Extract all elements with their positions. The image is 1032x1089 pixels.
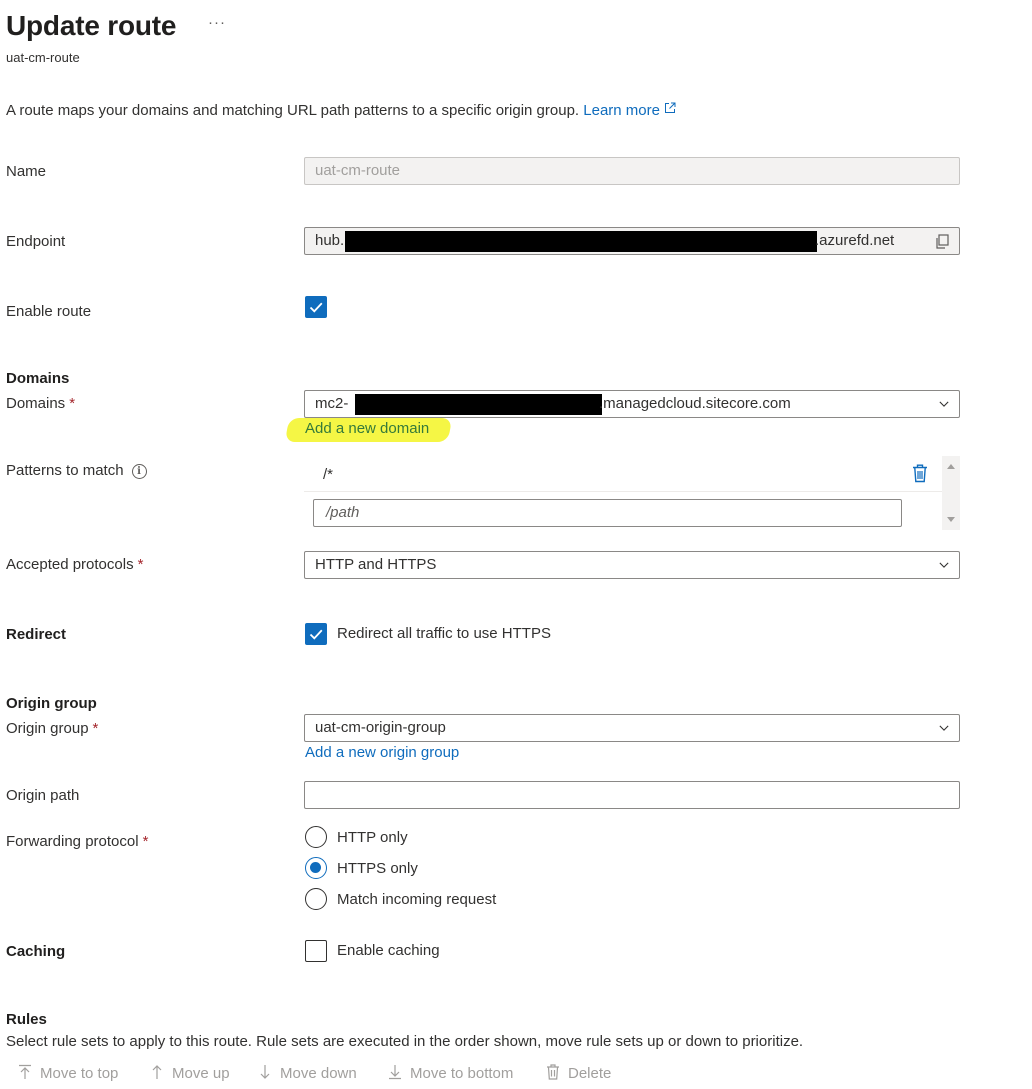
chevron-down-icon xyxy=(939,401,949,407)
move-to-bottom-icon xyxy=(389,1065,401,1080)
required-mark: * xyxy=(137,556,144,573)
page-title: Update route xyxy=(6,10,177,41)
redirect-https-checkbox[interactable] xyxy=(305,623,327,645)
pattern-divider xyxy=(304,491,942,492)
description-text: A route maps your domains and matching U… xyxy=(6,102,584,119)
origin-group-select[interactable]: uat-cm-origin-group xyxy=(304,714,960,742)
domains-label: Domains * xyxy=(6,395,75,412)
accepted-protocols-value: HTTP and HTTPS xyxy=(315,556,437,573)
redaction-bar xyxy=(355,394,602,415)
domains-select[interactable]: mc2- .managedcloud.sitecore.com xyxy=(304,390,960,418)
origin-group-label-text: Origin group xyxy=(6,720,89,737)
radio-http-only[interactable] xyxy=(305,826,327,848)
scroll-up-arrow-icon[interactable] xyxy=(946,462,956,470)
endpoint-prefix: hub. xyxy=(315,232,345,249)
radio-http-only-label[interactable]: HTTP only xyxy=(337,829,408,846)
enable-caching-label[interactable]: Enable caching xyxy=(337,942,440,959)
rules-title: Rules xyxy=(6,1011,47,1028)
move-to-bottom-label: Move to bottom xyxy=(410,1065,514,1082)
required-mark: * xyxy=(69,395,76,412)
move-down-label: Move down xyxy=(280,1065,357,1082)
accepted-protocols-label-text: Accepted protocols xyxy=(6,556,134,573)
move-up-label: Move up xyxy=(172,1065,230,1082)
pattern-path-input[interactable]: /path xyxy=(313,499,902,527)
move-down-button[interactable]: Move down xyxy=(258,1064,357,1082)
origin-section-title: Origin group xyxy=(6,695,97,712)
origin-path-input[interactable] xyxy=(304,781,960,809)
accepted-protocols-label: Accepted protocols * xyxy=(6,556,143,573)
move-to-bottom-button[interactable]: Move to bottom xyxy=(388,1064,513,1082)
domains-section-title: Domains xyxy=(6,370,70,387)
name-label: Name xyxy=(6,163,47,180)
redirect-https-label[interactable]: Redirect all traffic to use HTTPS xyxy=(337,625,551,642)
domains-label-text: Domains xyxy=(6,395,66,412)
rules-description: Select rule sets to apply to this route.… xyxy=(6,1033,804,1050)
name-field: uat-cm-route xyxy=(304,157,960,185)
copy-icon[interactable] xyxy=(935,234,949,249)
radio-https-only-label[interactable]: HTTPS only xyxy=(337,860,418,877)
origin-group-value: uat-cm-origin-group xyxy=(315,719,446,736)
move-up-button[interactable]: Move up xyxy=(150,1064,230,1082)
checkmark-icon xyxy=(309,302,323,313)
info-icon[interactable]: i xyxy=(131,464,147,479)
domains-prefix: mc2- xyxy=(315,395,349,412)
add-new-origin-group-link[interactable]: Add a new origin group xyxy=(305,744,459,761)
patterns-label-text: Patterns to match xyxy=(6,462,124,479)
move-to-top-icon xyxy=(19,1064,31,1079)
required-mark: * xyxy=(142,833,149,850)
radio-https-only[interactable] xyxy=(305,857,327,879)
origin-path-label: Origin path xyxy=(6,787,80,804)
enable-caching-checkbox[interactable] xyxy=(305,940,327,962)
forwarding-protocol-label: Forwarding protocol * xyxy=(6,833,148,850)
more-icon[interactable]: ··· xyxy=(208,14,226,31)
patterns-label: Patterns to match i xyxy=(6,462,147,479)
chevron-down-icon xyxy=(939,725,949,731)
domains-suffix: .managedcloud.sitecore.com xyxy=(599,395,791,412)
external-link-icon[interactable] xyxy=(664,102,676,114)
endpoint-field: hub. .azurefd.net xyxy=(304,227,960,255)
endpoint-label: Endpoint xyxy=(6,233,66,250)
scroll-down-arrow-icon[interactable] xyxy=(946,516,956,524)
pattern-item[interactable]: /* xyxy=(323,466,333,483)
checkmark-icon xyxy=(309,629,323,640)
add-new-domain-link[interactable]: Add a new domain xyxy=(305,420,429,437)
enable-route-label: Enable route xyxy=(6,303,92,320)
redirect-label: Redirect xyxy=(6,626,67,643)
page-subtitle: uat-cm-route xyxy=(6,50,80,65)
radio-match-incoming-label[interactable]: Match incoming request xyxy=(337,891,496,908)
accepted-protocols-select[interactable]: HTTP and HTTPS xyxy=(304,551,960,579)
caching-label: Caching xyxy=(6,943,66,960)
description: A route maps your domains and matching U… xyxy=(6,102,676,119)
delete-label: Delete xyxy=(568,1065,612,1082)
patterns-scrollbar[interactable] xyxy=(942,456,960,530)
origin-group-label: Origin group * xyxy=(6,720,98,737)
trash-icon[interactable] xyxy=(912,464,928,483)
move-to-top-label: Move to top xyxy=(40,1065,119,1082)
enable-route-checkbox[interactable] xyxy=(305,296,327,318)
redaction-bar xyxy=(345,231,817,252)
arrow-up-icon xyxy=(152,1065,162,1079)
move-to-top-button[interactable]: Move to top xyxy=(18,1064,118,1082)
delete-button[interactable]: Delete xyxy=(546,1064,611,1082)
arrow-down-icon xyxy=(260,1065,270,1079)
required-mark: * xyxy=(92,720,99,737)
radio-match-incoming[interactable] xyxy=(305,888,327,910)
forwarding-protocol-label-text: Forwarding protocol xyxy=(6,833,139,850)
delete-icon xyxy=(547,1064,559,1080)
endpoint-suffix: .azurefd.net xyxy=(815,232,895,249)
learn-more-link[interactable]: Learn more xyxy=(583,102,660,119)
chevron-down-icon xyxy=(939,562,949,568)
